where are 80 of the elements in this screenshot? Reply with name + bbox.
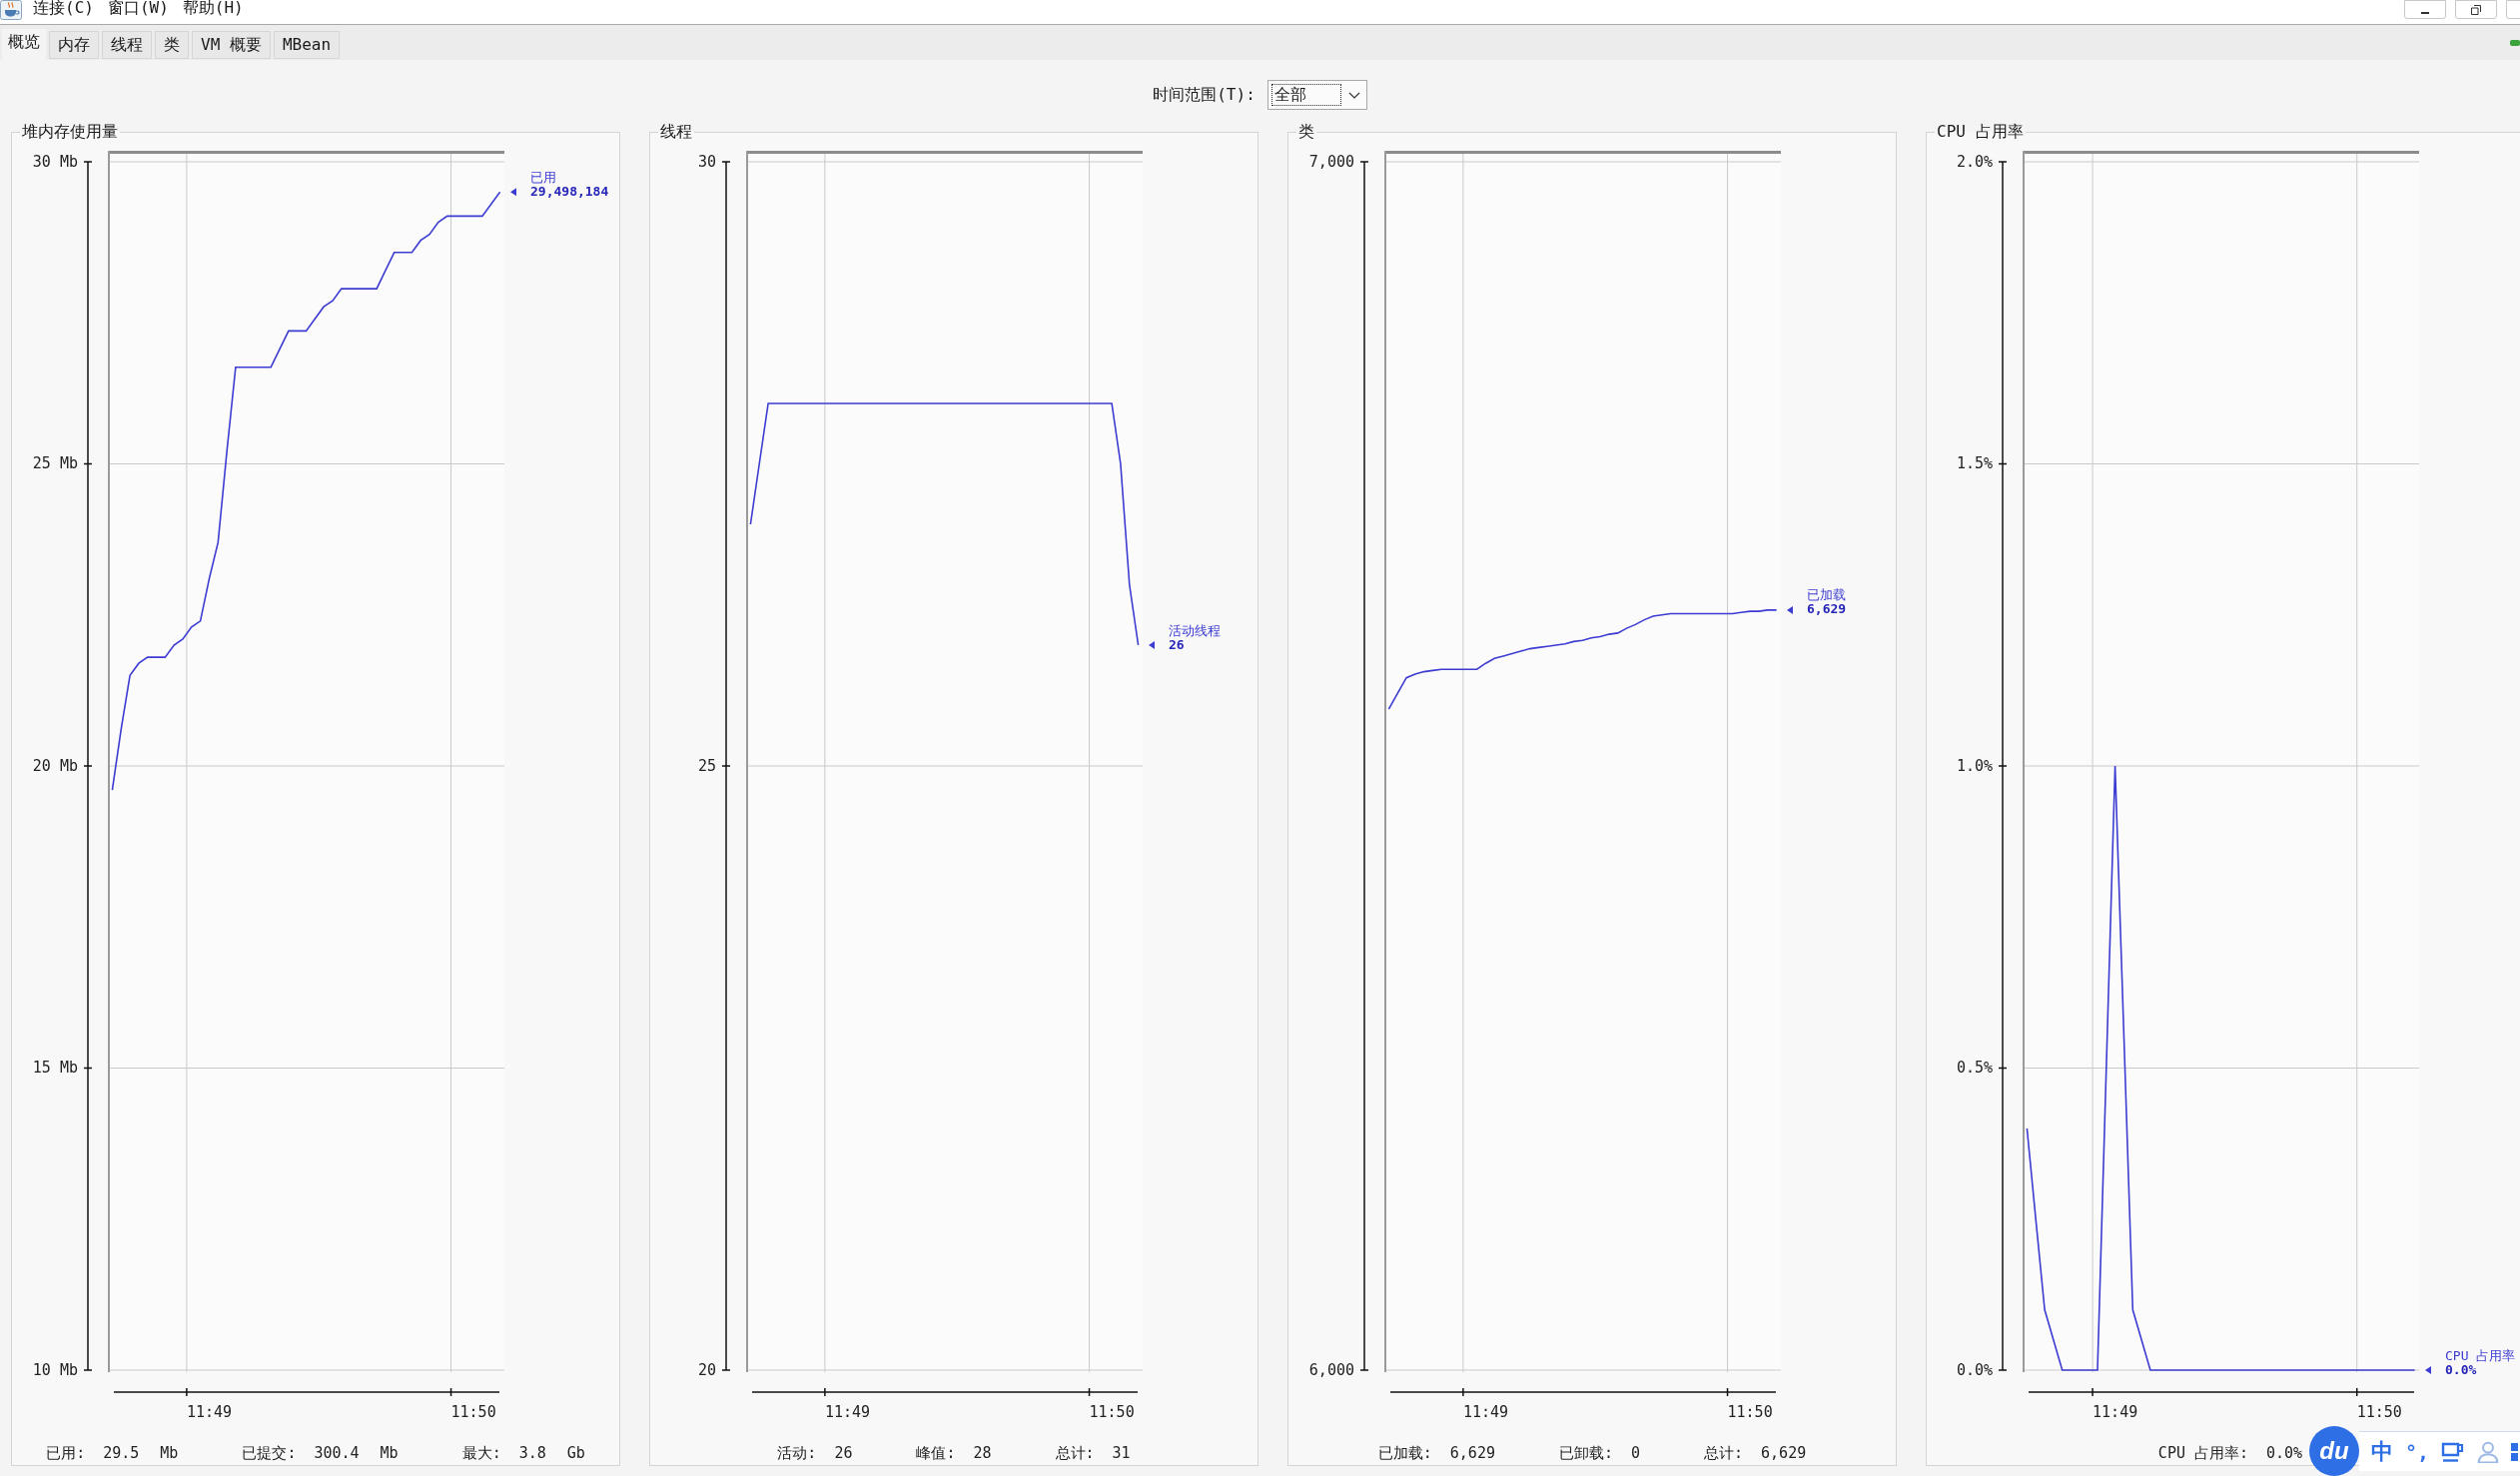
axis-tick-label: 11:49 bbox=[824, 1402, 871, 1421]
stat-value: 29.5 Mb bbox=[103, 1442, 179, 1464]
axis-tick-label: 0.5% bbox=[1956, 1059, 1993, 1077]
axis-tick-label: 15 Mb bbox=[32, 1059, 78, 1077]
stat-label: 最大: bbox=[461, 1442, 501, 1464]
coffee-cup-icon bbox=[0, 0, 22, 20]
panel-title: 类 bbox=[1297, 122, 1315, 142]
connection-status-icon bbox=[2510, 39, 2520, 46]
stat-label: 总计: bbox=[1704, 1442, 1744, 1464]
stat-label: 活动: bbox=[777, 1442, 817, 1464]
axis-tick-label: 30 bbox=[697, 152, 716, 171]
stat-value: 31 bbox=[1112, 1442, 1131, 1464]
legend-value: 26 bbox=[1169, 636, 1185, 652]
axis-tick-label: 30 Mb bbox=[32, 152, 78, 171]
input-mode-toggle[interactable]: 中 bbox=[2370, 1438, 2393, 1465]
stat-label: 总计: bbox=[1055, 1442, 1095, 1464]
stat-label: 已用: bbox=[46, 1442, 86, 1464]
axis-tick-label: 20 Mb bbox=[32, 756, 78, 775]
chevron-down-icon bbox=[1347, 91, 1360, 99]
axis-tick-label: 11:50 bbox=[1727, 1402, 1773, 1421]
legend-arrow-icon bbox=[1149, 641, 1155, 649]
minimize-icon bbox=[2421, 12, 2429, 14]
stat-value: 26 bbox=[834, 1442, 853, 1464]
stat-label: 峰值: bbox=[916, 1442, 956, 1464]
restore-button[interactable] bbox=[2455, 0, 2497, 19]
legend-label: 活动线程 bbox=[1169, 622, 1221, 638]
tab[interactable]: 线程 bbox=[102, 31, 152, 59]
menu-item[interactable]: 帮助(H) bbox=[182, 0, 244, 16]
axis-tick-label: 25 Mb bbox=[32, 454, 78, 472]
stat-value: 0 bbox=[1631, 1442, 1641, 1464]
stat-label: CPU 占用率: bbox=[2157, 1442, 2248, 1464]
mug-icon[interactable] bbox=[2441, 1440, 2465, 1463]
stat-value: 6,629 bbox=[1449, 1442, 1495, 1464]
axis-tick-label: 10 Mb bbox=[32, 1360, 78, 1379]
menu-item[interactable]: 窗口(W) bbox=[107, 0, 169, 16]
stat-value: 300.4 Mb bbox=[314, 1442, 399, 1464]
panel-title: 堆内存使用量 bbox=[21, 122, 119, 142]
axis-tick-label: 11:49 bbox=[1462, 1402, 1509, 1421]
punctuation-toggle[interactable]: °, bbox=[2404, 1438, 2429, 1465]
panel-title: CPU 占用率 bbox=[1936, 122, 2025, 142]
axis-tick-label: 11:49 bbox=[186, 1402, 233, 1421]
legend-arrow-icon bbox=[2425, 1366, 2431, 1374]
axis-tick-label: 0.0% bbox=[1956, 1360, 1993, 1379]
axis-tick-label: 11:49 bbox=[2093, 1402, 2138, 1421]
stat-label: 已提交: bbox=[242, 1442, 297, 1464]
stat-label: 已加载: bbox=[1377, 1442, 1432, 1464]
tab[interactable]: 概览 bbox=[2, 29, 46, 60]
axis-tick-label: 2.0% bbox=[1956, 152, 1993, 171]
time-range-label: 时间范围(T): bbox=[1153, 84, 1256, 106]
axis-tick-label: 25 bbox=[697, 756, 716, 775]
axis-tick-label: 11:50 bbox=[2356, 1402, 2402, 1421]
stat-value: 28 bbox=[973, 1442, 992, 1464]
menu-item[interactable]: 连接(C) bbox=[33, 0, 94, 16]
tab[interactable]: MBean bbox=[273, 31, 341, 59]
tab[interactable]: VM 概要 bbox=[192, 31, 271, 59]
legend-value: 29,498,184 bbox=[530, 183, 609, 199]
tab[interactable]: 内存 bbox=[49, 31, 99, 59]
legend-arrow-icon bbox=[1787, 605, 1793, 614]
axis-tick-label: 7,000 bbox=[1308, 152, 1354, 171]
panel-title: 线程 bbox=[659, 122, 693, 142]
time-range-dropdown[interactable]: 全部 bbox=[1266, 80, 1367, 110]
legend-value: 6,629 bbox=[1807, 601, 1847, 617]
stat-value: 6,629 bbox=[1761, 1442, 1807, 1464]
legend-label: CPU 占用率 bbox=[2445, 1347, 2516, 1363]
grid-icon[interactable] bbox=[2511, 1441, 2518, 1462]
restore-icon bbox=[2471, 4, 2481, 15]
axis-tick-label: 20 bbox=[697, 1360, 716, 1379]
axis-tick-label: 11:50 bbox=[450, 1402, 496, 1421]
legend-label: 已用 bbox=[530, 169, 556, 185]
axis-tick-label: 1.0% bbox=[1956, 756, 1993, 775]
axis-tick-label: 6,000 bbox=[1308, 1360, 1354, 1379]
legend-arrow-icon bbox=[510, 188, 516, 197]
stat-label: 已卸载: bbox=[1558, 1442, 1613, 1464]
stat-value: 3.8 Gb bbox=[518, 1442, 585, 1464]
axis-tick-label: 11:50 bbox=[1089, 1402, 1135, 1421]
stat-value: 0.0% bbox=[2266, 1442, 2303, 1464]
legend-value: 0.0% bbox=[2445, 1361, 2477, 1377]
legend-label: 已加载 bbox=[1807, 587, 1846, 603]
axis-tick-label: 1.5% bbox=[1956, 454, 1993, 472]
tab[interactable]: 类 bbox=[155, 31, 189, 59]
